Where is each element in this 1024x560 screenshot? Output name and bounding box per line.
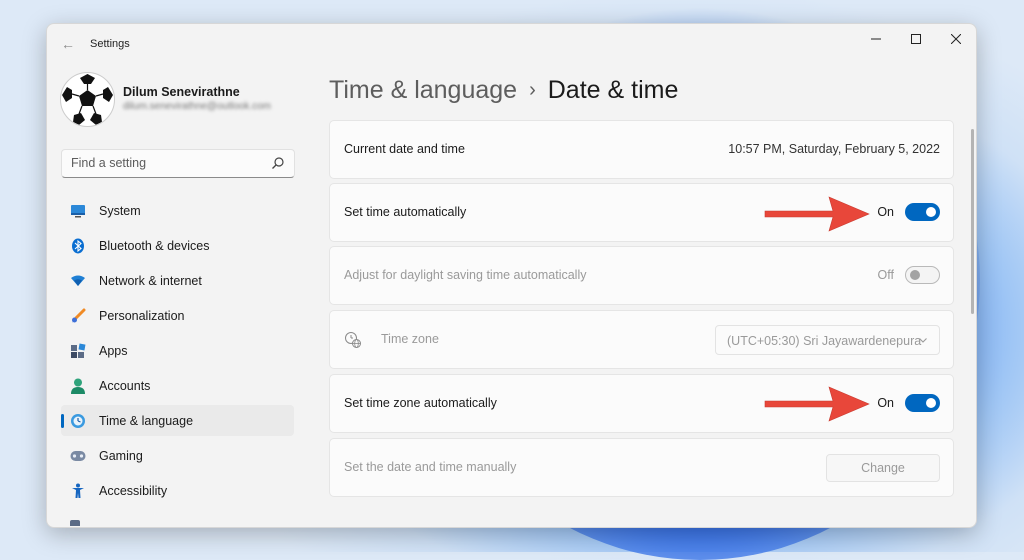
back-arrow-icon[interactable]: ← <box>61 36 77 52</box>
toggle-state-label: Off <box>877 268 894 282</box>
sidebar-item-label: Accessibility <box>99 483 168 498</box>
maximize-icon <box>911 34 921 44</box>
sidebar-item-time-language[interactable]: Time & language <box>61 405 294 436</box>
sidebar-nav: System Bluetooth & devices Network & int… <box>61 195 294 510</box>
globe-clock-icon <box>345 332 361 348</box>
time-zone-card: Time zone (UTC+05:30) Sri Jayawardenepur… <box>329 310 954 369</box>
search-box[interactable] <box>61 149 295 178</box>
sidebar-item-apps[interactable]: Apps <box>61 335 294 366</box>
sidebar-item-label: Time & language <box>99 413 194 428</box>
brush-icon <box>70 308 86 324</box>
person-icon <box>70 378 86 394</box>
set-time-automatically-toggle[interactable] <box>905 203 940 221</box>
chevron-down-icon <box>919 338 927 343</box>
annotation-arrow-icon <box>764 196 870 232</box>
sidebar-item-network[interactable]: Network & internet <box>61 265 294 296</box>
breadcrumb-separator: › <box>529 79 536 101</box>
sidebar-item-label: Personalization <box>99 308 185 323</box>
close-button[interactable] <box>936 24 976 54</box>
avatar <box>60 72 115 127</box>
search-icon[interactable] <box>271 156 285 170</box>
minimize-icon <box>871 38 881 40</box>
set-time-zone-automatically-label: Set time zone automatically <box>344 396 497 410</box>
breadcrumb-parent[interactable]: Time & language <box>329 76 517 104</box>
daylight-saving-card: Adjust for daylight saving time automati… <box>329 246 954 305</box>
sidebar-item-gaming[interactable]: Gaming <box>61 440 294 471</box>
minimize-button[interactable] <box>856 24 896 54</box>
set-time-zone-automatically-toggle-group: On <box>877 394 940 412</box>
breadcrumb: Time & language › Date & time <box>329 76 678 105</box>
apps-icon <box>70 343 86 359</box>
daylight-saving-toggle-group: Off <box>878 266 940 284</box>
sidebar-item-label: Network & internet <box>99 273 202 288</box>
user-name: Dilum Senevirathne <box>123 85 240 99</box>
sidebar-item-label: Apps <box>99 343 128 358</box>
sidebar-item-accounts[interactable]: Accounts <box>61 370 294 401</box>
set-time-automatically-toggle-group: On <box>877 203 940 221</box>
app-title: Settings <box>90 38 130 50</box>
sidebar-item-bluetooth[interactable]: Bluetooth & devices <box>61 230 294 261</box>
sidebar-item-label: Accounts <box>99 378 151 393</box>
sidebar-item-accessibility[interactable]: Accessibility <box>61 475 294 506</box>
time-zone-label: Time zone <box>381 332 439 346</box>
accessibility-icon <box>70 483 86 499</box>
search-input[interactable] <box>62 150 261 175</box>
sidebar-item-label: Gaming <box>99 448 143 463</box>
settings-window: ← Settings Dilum Senevirathne dilum.sene… <box>46 23 977 528</box>
sidebar-item-personalization[interactable]: Personalization <box>61 300 294 331</box>
monitor-icon <box>70 203 86 219</box>
globe-clock-icon <box>70 413 86 429</box>
current-date-time-label: Current date and time <box>344 142 465 156</box>
daylight-saving-label: Adjust for daylight saving time automati… <box>344 268 587 282</box>
daylight-saving-toggle <box>905 266 940 284</box>
soccer-ball-icon <box>61 73 114 126</box>
annotation-arrow-icon <box>764 386 870 422</box>
time-zone-value: (UTC+05:30) Sri Jayawardenepura <box>727 334 922 348</box>
page-title: Date & time <box>547 76 679 104</box>
set-date-time-manually-card: Set the date and time manually Change <box>329 438 954 497</box>
bluetooth-icon <box>70 238 86 254</box>
wifi-icon <box>70 273 86 289</box>
sidebar-item-label: System <box>99 203 141 218</box>
current-date-time-card: Current date and time 10:57 PM, Saturday… <box>329 120 954 179</box>
time-zone-dropdown: (UTC+05:30) Sri Jayawardenepura <box>715 325 940 355</box>
set-time-automatically-label: Set time automatically <box>344 205 467 219</box>
gamepad-icon <box>70 448 86 464</box>
sidebar-item-label: Bluetooth & devices <box>99 238 210 253</box>
sidebar-item-system[interactable]: System <box>61 195 294 226</box>
sidebar-item-partial <box>70 520 80 526</box>
close-icon <box>951 34 961 44</box>
scrollbar[interactable] <box>971 129 974 314</box>
set-time-zone-automatically-toggle[interactable] <box>905 394 940 412</box>
toggle-state-label: On <box>877 205 894 219</box>
toggle-state-label: On <box>877 396 894 410</box>
user-email: dilum.senevirathne@outlook.com <box>123 101 272 112</box>
current-date-time-value: 10:57 PM, Saturday, February 5, 2022 <box>728 142 940 156</box>
change-button: Change <box>826 454 940 482</box>
set-date-time-manually-label: Set the date and time manually <box>344 460 517 474</box>
title-bar: ← Settings <box>47 24 976 66</box>
caption-buttons <box>856 24 976 54</box>
maximize-button[interactable] <box>896 24 936 54</box>
